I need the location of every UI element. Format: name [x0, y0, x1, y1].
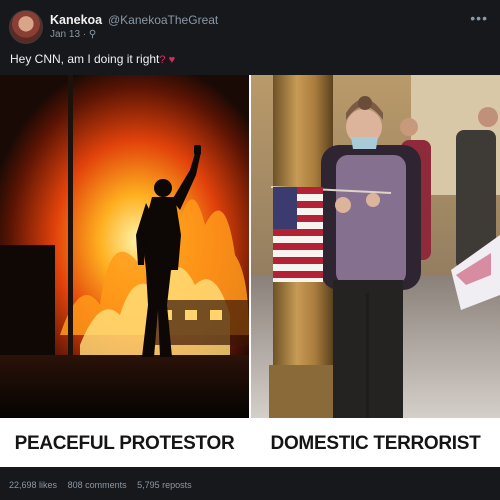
- likes-count[interactable]: 22,698 likes: [9, 480, 57, 490]
- post-text: Hey CNN, am I doing it right? ♥: [10, 52, 175, 66]
- post-text-body: Hey CNN, am I doing it right: [10, 52, 160, 66]
- post-date: Jan 13 · ⚲: [50, 29, 97, 40]
- meme-image[interactable]: PEACEFUL PROTESTOR DOMESTIC TERRORIST: [0, 75, 500, 467]
- right-photo-panel: [251, 75, 500, 418]
- user-handle[interactable]: @KanekoaTheGreat: [108, 13, 218, 27]
- more-options-icon[interactable]: •••: [470, 10, 488, 26]
- display-name[interactable]: Kanekoa: [50, 13, 102, 27]
- left-caption: PEACEFUL PROTESTOR: [0, 420, 249, 467]
- reposts-count[interactable]: 5,795 reposts: [137, 480, 192, 490]
- post-header: Kanekoa @KanekoaTheGreat Jan 13 · ⚲ ••• …: [0, 0, 500, 70]
- right-caption: DOMESTIC TERRORIST: [251, 420, 500, 467]
- left-photo-panel: [0, 75, 249, 418]
- fire-scene-image: [0, 75, 249, 418]
- comments-count[interactable]: 808 comments: [68, 480, 127, 490]
- avatar[interactable]: [9, 10, 43, 44]
- post-stats: 22,698 likes 808 comments 5,795 reposts: [9, 480, 200, 490]
- post-text-emoji: ? ♥: [159, 54, 176, 66]
- capitol-scene-image: [251, 75, 500, 418]
